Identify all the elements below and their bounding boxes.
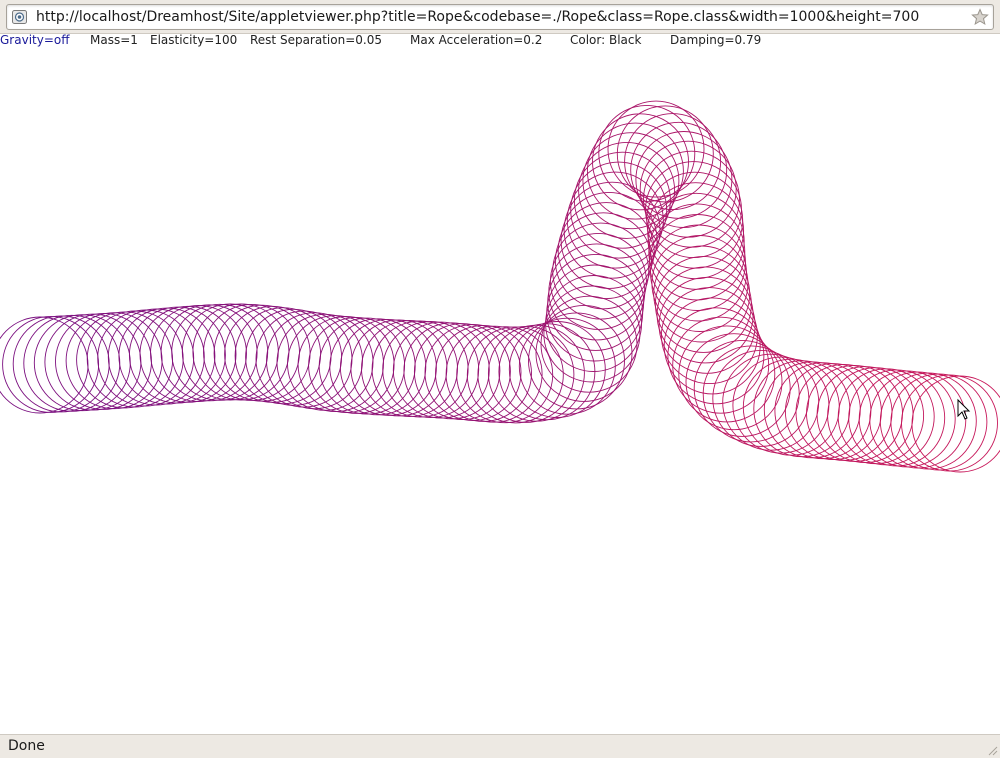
rope-ring: [234, 307, 332, 405]
url-bar: http://localhost/Dreamhost/Site/appletvi…: [0, 0, 1000, 34]
rope-ring: [540, 295, 638, 393]
url-text[interactable]: http://localhost/Dreamhost/Site/appletvi…: [36, 9, 919, 25]
rope-ring: [528, 312, 625, 410]
status-bar: Done: [0, 734, 1000, 758]
damping-param: Damping=0.79: [670, 34, 762, 47]
parameter-bar: Gravity=off Mass=1 Elasticity=100 Rest S…: [0, 34, 1000, 48]
rope-ring: [498, 323, 596, 421]
browser-window: http://localhost/Dreamhost/Site/appletvi…: [0, 0, 1000, 758]
rope-ring: [487, 324, 585, 422]
bookmark-star-icon[interactable]: [971, 8, 989, 26]
mass-param: Mass=1: [90, 34, 138, 47]
rope-ring: [535, 304, 633, 402]
rope-ring: [660, 287, 758, 385]
rope-ring: [554, 212, 652, 310]
site-favicon-icon: [12, 10, 27, 24]
rope-ring: [549, 232, 647, 330]
rope-ring: [543, 285, 641, 383]
rope-ring: [245, 308, 343, 406]
elasticity-param: Elasticity=100: [150, 34, 238, 47]
gravity-toggle[interactable]: Gravity=off: [0, 34, 70, 46]
max-acceleration-param: Max Acceleration=0.2: [410, 34, 543, 47]
rope-ring: [203, 303, 300, 401]
mouse-cursor-icon: [957, 398, 971, 420]
rope-ring: [266, 312, 363, 410]
rope-ring: [213, 304, 311, 402]
status-text: Done: [8, 738, 45, 754]
rope-ring: [477, 325, 575, 423]
resize-grip-icon[interactable]: [986, 744, 998, 756]
rope-ring: [518, 317, 616, 415]
url-field[interactable]: http://localhost/Dreamhost/Site/appletvi…: [6, 4, 994, 30]
rope-rings: [0, 100, 1000, 473]
rope-ring: [546, 264, 644, 362]
rest-separation-param: Rest Separation=0.05: [250, 34, 382, 47]
rope-ring: [563, 181, 661, 279]
rope-canvas[interactable]: [0, 34, 1000, 734]
rope-applet[interactable]: Gravity=off Mass=1 Elasticity=100 Rest S…: [0, 34, 1000, 734]
rope-ring: [560, 191, 658, 289]
rope-ring: [656, 266, 754, 364]
color-param: Color: Black: [570, 34, 642, 47]
